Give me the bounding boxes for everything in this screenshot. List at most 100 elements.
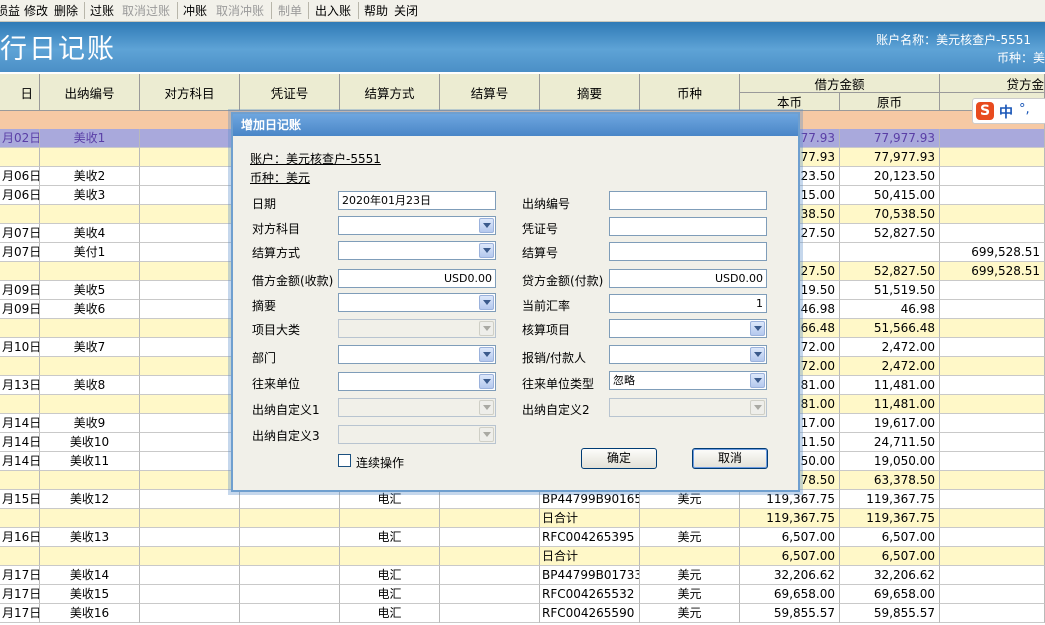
label-summary: 摘要	[252, 299, 277, 313]
toolbar-profit-button[interactable]: 损益	[0, 4, 20, 18]
cell-credit	[940, 528, 1045, 547]
continuous-checkbox[interactable]	[338, 454, 351, 467]
cell-blank-a	[140, 319, 240, 338]
cell-credit	[940, 281, 1045, 300]
table-row[interactable]: 月16日 美收13 电汇 RFC004265395 美元 6,507.00 6,507.00	[0, 528, 1045, 547]
payer-select[interactable]	[609, 345, 767, 364]
cell-summary: RFC004265532	[540, 585, 640, 604]
table-row[interactable]: 月17日 美收14 电汇 BP44799B017330 美元 32,206.62 32,20…	[0, 566, 1045, 585]
debit-amount-input[interactable]: USD0.00	[338, 269, 496, 288]
cell-blank-c	[440, 604, 540, 623]
toolbar-reverse-button[interactable]: 冲账	[183, 4, 207, 18]
settle-no-input[interactable]	[609, 242, 767, 261]
custom1-select[interactable]	[338, 398, 496, 417]
cell-settle: 电汇	[340, 528, 440, 547]
cell-blank-c	[440, 585, 540, 604]
cell-orig: 2,472.00	[840, 357, 940, 376]
cashier-no-input[interactable]	[609, 191, 767, 210]
header-voucher-no[interactable]: 凭证号	[240, 74, 340, 111]
cell-no	[40, 357, 140, 376]
cell-credit	[940, 376, 1045, 395]
cell-blank-a	[140, 129, 240, 148]
toolbar-inout-button[interactable]: 出入账	[315, 4, 351, 18]
cell-date	[0, 205, 40, 224]
cell-loc: 32,206.62	[740, 566, 840, 585]
label-department: 部门	[252, 351, 277, 365]
subtotal-row[interactable]: 日合计 6,507.00 6,507.00	[0, 547, 1045, 566]
ime-indicator[interactable]: S 中 °,	[972, 98, 1045, 124]
toolbar-close-button[interactable]: 关闭	[394, 4, 418, 18]
accounting-item-select[interactable]	[609, 319, 767, 338]
voucher-no-input[interactable]	[609, 217, 767, 236]
header-credit[interactable]: 贷方金	[940, 74, 1045, 93]
header-date[interactable]: 日	[0, 74, 40, 111]
table-row[interactable]: 月17日 美收16 电汇 RFC004265590 美元 59,855.57 59,855.…	[0, 604, 1045, 623]
toolbar-unpost-button[interactable]: 取消过账	[122, 4, 170, 18]
cell-blank-a	[140, 205, 240, 224]
toolbar-post-button[interactable]: 过账	[90, 4, 114, 18]
cell-blank-a	[140, 433, 240, 452]
cell-orig: 77,977.93	[840, 129, 940, 148]
header-debit[interactable]: 借方金额	[740, 74, 940, 93]
continuous-label: 连续操作	[356, 456, 405, 470]
header-counter-account[interactable]: 对方科目	[140, 74, 240, 111]
label-date: 日期	[252, 197, 277, 211]
cell-blank-c	[440, 566, 540, 585]
cell-cur: 美元	[640, 566, 740, 585]
header-currency[interactable]: 币种	[640, 74, 740, 111]
table-row[interactable]: 月17日 美收15 电汇 RFC004265532 美元 69,658.00 69,658.…	[0, 585, 1045, 604]
cell-no: 美收12	[40, 490, 140, 509]
cell-orig: 19,050.00	[840, 452, 940, 471]
cell-credit: 699,528.51	[940, 243, 1045, 262]
toolbar-unreverse-button[interactable]: 取消冲账	[216, 4, 264, 18]
label-counter-account: 对方科目	[252, 222, 301, 236]
partner-type-select[interactable]: 忽略	[609, 371, 767, 390]
toolbar-help-button[interactable]: 帮助	[364, 4, 388, 18]
date-input[interactable]: 2020年01月23日	[338, 191, 496, 210]
cell-blank-b	[240, 490, 340, 509]
chevron-down-icon	[479, 321, 494, 336]
label-debit: 借方金额(收款)	[252, 274, 334, 288]
header-settle-no[interactable]: 结算号	[440, 74, 540, 111]
subtotal-row[interactable]: 日合计 119,367.75 119,367.75	[0, 509, 1045, 528]
cancel-button[interactable]: 取消	[692, 448, 768, 469]
custom2-select[interactable]	[609, 398, 767, 417]
credit-amount-input[interactable]: USD0.00	[609, 269, 767, 288]
header-debit-original[interactable]: 原币	[840, 93, 940, 111]
cell-settle: 电汇	[340, 585, 440, 604]
table-row[interactable]: 月15日 美收12 电汇 BP44799B901659 美元 119,367.75 119,…	[0, 490, 1045, 509]
toolbar-voucher-button[interactable]: 制单	[278, 4, 302, 18]
settle-method-select[interactable]	[338, 241, 496, 260]
partner-type-value: 忽略	[613, 374, 635, 387]
cell-no: 美收3	[40, 186, 140, 205]
cell-blank-a	[140, 186, 240, 205]
ok-button[interactable]: 确定	[581, 448, 657, 469]
cell-credit	[940, 395, 1045, 414]
cell-date: 月02日	[0, 129, 40, 148]
cell-credit	[940, 585, 1045, 604]
header-settle-method[interactable]: 结算方式	[340, 74, 440, 111]
exchange-rate-input[interactable]: 1	[609, 294, 767, 313]
cell-no	[40, 205, 140, 224]
project-category-select[interactable]	[338, 319, 496, 338]
partner-select[interactable]	[338, 372, 496, 391]
toolbar-edit-button[interactable]: 修改	[24, 4, 48, 18]
cell-blank-c	[440, 509, 540, 528]
custom3-select[interactable]	[338, 425, 496, 444]
department-select[interactable]	[338, 345, 496, 364]
cell-credit	[940, 414, 1045, 433]
cell-credit	[940, 186, 1045, 205]
cell-summary: 日合计	[540, 547, 640, 566]
cell-blank-a	[140, 528, 240, 547]
cell-no	[40, 148, 140, 167]
header-summary[interactable]: 摘要	[540, 74, 640, 111]
toolbar-delete-button[interactable]: 删除	[54, 4, 78, 18]
toolbar-separator	[358, 2, 359, 19]
cell-no: 美收10	[40, 433, 140, 452]
summary-select[interactable]	[338, 293, 496, 312]
label-custom2: 出纳自定义2	[522, 403, 590, 417]
cell-orig: 6,507.00	[840, 528, 940, 547]
counter-account-select[interactable]	[338, 216, 496, 235]
header-cashier-no[interactable]: 出纳编号	[40, 74, 140, 111]
header-debit-local[interactable]: 本币	[740, 93, 840, 111]
